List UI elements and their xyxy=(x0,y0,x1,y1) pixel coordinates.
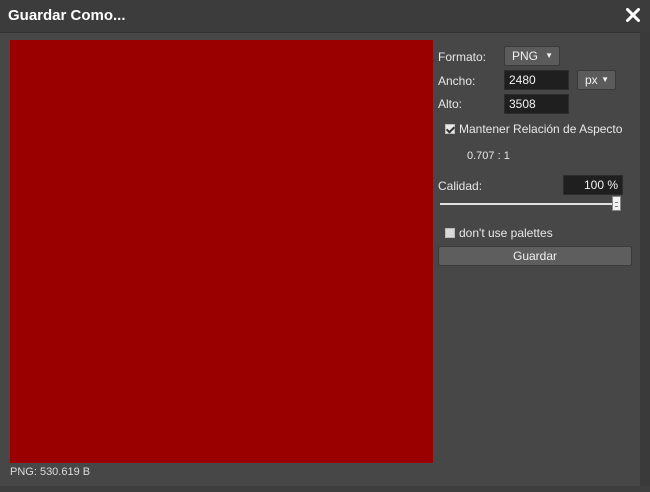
no-palettes-label[interactable]: don't use palettes xyxy=(459,226,553,240)
image-preview xyxy=(10,40,433,463)
quality-slider-thumb[interactable] xyxy=(612,196,621,211)
width-label: Ancho: xyxy=(438,74,476,88)
chevron-down-icon: ▼ xyxy=(545,51,553,60)
dialog-title: Guardar Como... xyxy=(8,7,126,24)
dialog-titlebar[interactable]: Guardar Como... xyxy=(0,0,650,33)
file-size-info: PNG: 530.619 B xyxy=(10,466,91,478)
width-input[interactable]: 2480 xyxy=(504,70,569,90)
height-label: Alto: xyxy=(438,97,463,111)
unit-select[interactable]: px ▼ xyxy=(577,70,616,90)
keep-aspect-checkbox[interactable] xyxy=(445,124,455,134)
height-input[interactable]: 3508 xyxy=(504,94,569,114)
format-select[interactable]: PNG ▼ xyxy=(504,46,560,66)
format-label: Formato: xyxy=(438,50,487,64)
aspect-ratio-value: 0.707 : 1 xyxy=(467,150,510,162)
chevron-down-icon: ▼ xyxy=(601,75,609,84)
save-options-panel: Formato: PNG ▼ Ancho: 2480 px ▼ Alto: 35… xyxy=(438,40,634,300)
save-button[interactable]: Guardar xyxy=(438,246,632,266)
quality-input[interactable]: 100 % xyxy=(563,175,623,195)
format-select-value: PNG xyxy=(512,49,539,63)
quality-label: Calidad: xyxy=(438,179,483,193)
close-button[interactable] xyxy=(622,4,644,26)
no-palettes-checkbox[interactable] xyxy=(445,228,455,238)
quality-slider-track[interactable] xyxy=(440,203,620,205)
background-app-bottom xyxy=(0,486,650,492)
close-icon xyxy=(626,8,640,22)
background-app-edge xyxy=(640,32,650,492)
keep-aspect-label[interactable]: Mantener Relación de Aspecto xyxy=(459,122,622,136)
unit-select-value: px xyxy=(585,73,598,87)
